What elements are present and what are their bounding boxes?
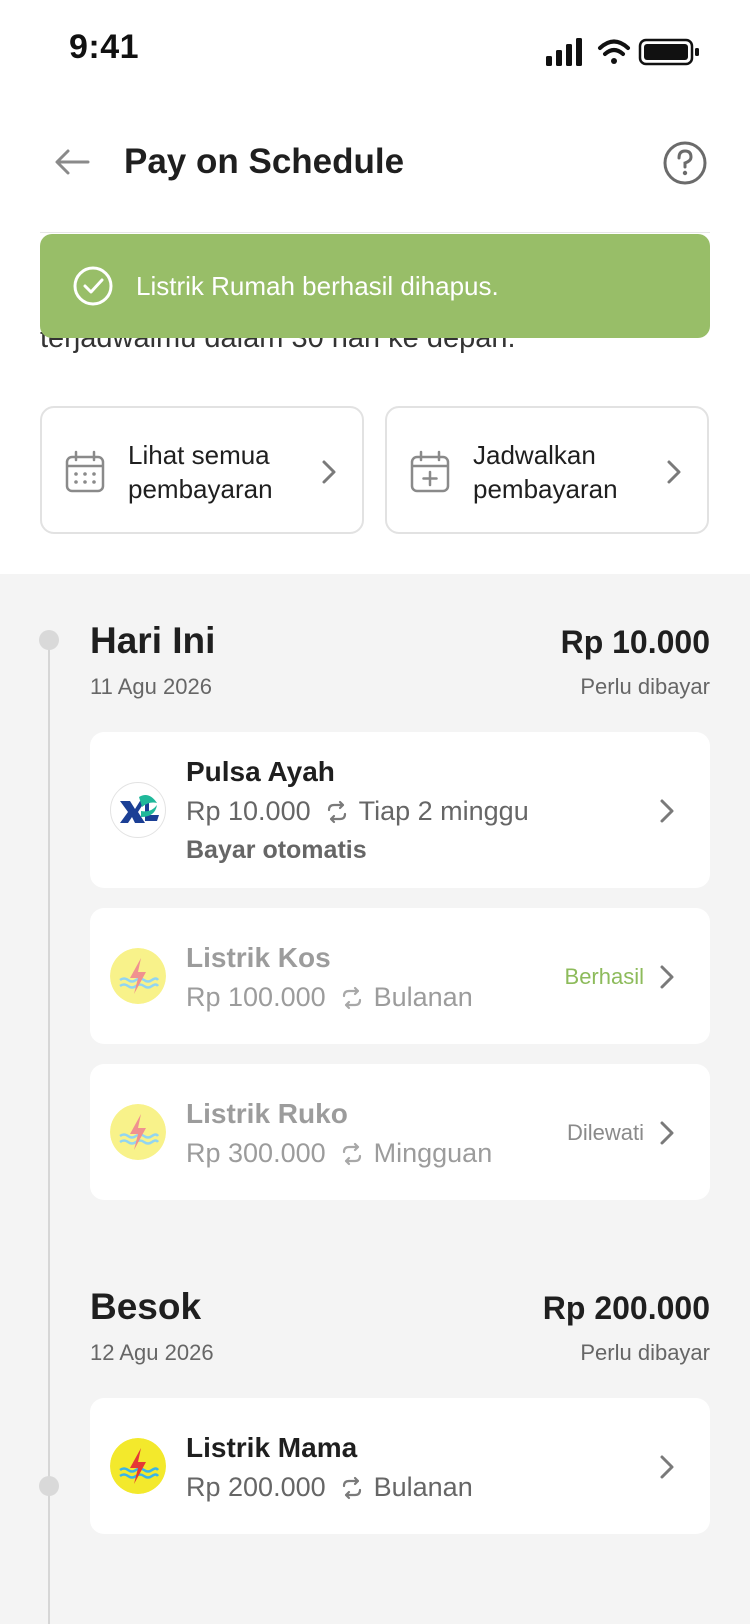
toast-message: Listrik Rumah berhasil dihapus. — [136, 270, 499, 301]
repeat-icon — [342, 1142, 361, 1165]
day-amount: Rp 10.000 — [560, 624, 710, 660]
xl-logo — [110, 782, 166, 838]
chevron-right-icon — [667, 460, 681, 484]
chevron-right-icon — [660, 965, 674, 989]
timeline-dot — [39, 630, 59, 650]
chevron-right-icon — [322, 460, 336, 484]
chevron-right-icon — [660, 1455, 674, 1479]
wifi-icon — [598, 39, 630, 64]
xl-logo-icon — [120, 795, 159, 823]
bill-name: Listrik Kos — [186, 942, 331, 973]
bill-card-listrik-mama[interactable]: Listrik Mama Rp 200.000 Bulanan — [90, 1398, 710, 1534]
repeat-icon — [342, 986, 361, 1009]
pln-logo — [110, 1438, 166, 1494]
pln-logo-icon — [110, 1438, 166, 1494]
status-icons — [546, 38, 699, 66]
calendar-add-icon — [410, 450, 450, 493]
day-date: 11 Agu 2026 — [90, 674, 212, 699]
chevron-right-icon — [660, 1121, 674, 1145]
help-icon[interactable] — [662, 140, 708, 186]
repeat-icon — [342, 1476, 361, 1499]
battery-icon — [638, 38, 699, 66]
bill-amount: Rp 200.000 — [186, 1472, 326, 1502]
day-amount: Rp 200.000 — [542, 1290, 710, 1326]
pln-logo — [110, 1104, 166, 1160]
view-all-payments-label: Lihat semua pembayaran — [128, 440, 273, 504]
bill-meta: Rp 10.000 Tiap 2 minggu — [186, 796, 529, 827]
calendar-icon — [65, 450, 105, 493]
status-badge-skipped: Dilewati — [566, 1120, 644, 1145]
header-divider — [40, 232, 710, 233]
pln-logo — [110, 948, 166, 1004]
check-circle-icon — [73, 266, 113, 306]
bill-amount: Rp 300.000 — [186, 1138, 326, 1168]
back-arrow-icon[interactable] — [50, 140, 94, 184]
day-title: Besok — [90, 1286, 202, 1327]
bill-name: Pulsa Ayah — [186, 756, 335, 787]
repeat-icon — [327, 800, 346, 823]
chevron-right-icon — [660, 799, 674, 823]
success-toast: Listrik Rumah berhasil dihapus. — [40, 234, 710, 338]
signal-icon — [546, 38, 582, 66]
page-title: Pay on Schedule — [124, 142, 405, 181]
bill-card-pulsa-ayah[interactable]: Pulsa Ayah Rp 10.000 Tiap 2 minggu Bayar… — [90, 732, 710, 888]
schedule-payment-button[interactable]: Jadwalkan pembayaran — [385, 406, 709, 534]
day-title: Hari Ini — [90, 620, 216, 661]
schedule-payment-label: Jadwalkan pembayaran — [473, 440, 618, 504]
pln-logo-icon — [110, 1104, 166, 1160]
bill-frequency: Mingguan — [373, 1138, 493, 1168]
pln-logo-icon — [110, 948, 166, 1004]
bill-frequency: Bulanan — [373, 1472, 473, 1502]
bill-card-listrik-ruko[interactable]: Listrik Ruko Rp 300.000 Mingguan Dilewat… — [90, 1064, 710, 1200]
view-all-payments-button[interactable]: Lihat semua pembayaran — [40, 406, 364, 534]
day-date: 12 Agu 2026 — [90, 1340, 214, 1365]
bill-amount: Rp 100.000 — [186, 982, 326, 1012]
bill-name: Listrik Mama — [186, 1432, 358, 1463]
bill-amount: Rp 10.000 — [186, 796, 311, 826]
bill-card-listrik-kos[interactable]: Listrik Kos Rp 100.000 Bulanan Berhasil — [90, 908, 710, 1044]
bill-meta: Rp 200.000 Bulanan — [186, 1472, 473, 1503]
bill-frequency: Tiap 2 minggu — [358, 796, 529, 826]
bill-meta: Rp 100.000 Bulanan — [186, 982, 473, 1013]
status-time: 9:41 — [69, 28, 140, 66]
bill-meta: Rp 300.000 Mingguan — [186, 1138, 492, 1169]
bill-frequency: Bulanan — [373, 982, 473, 1012]
bill-auto-pay-note: Bayar otomatis — [186, 836, 367, 864]
bill-name: Listrik Ruko — [186, 1098, 348, 1129]
day-status: Perlu dibayar — [580, 674, 710, 699]
timeline-dot — [39, 1476, 59, 1496]
day-status: Perlu dibayar — [580, 1340, 710, 1365]
status-badge-success: Berhasil — [564, 964, 644, 989]
